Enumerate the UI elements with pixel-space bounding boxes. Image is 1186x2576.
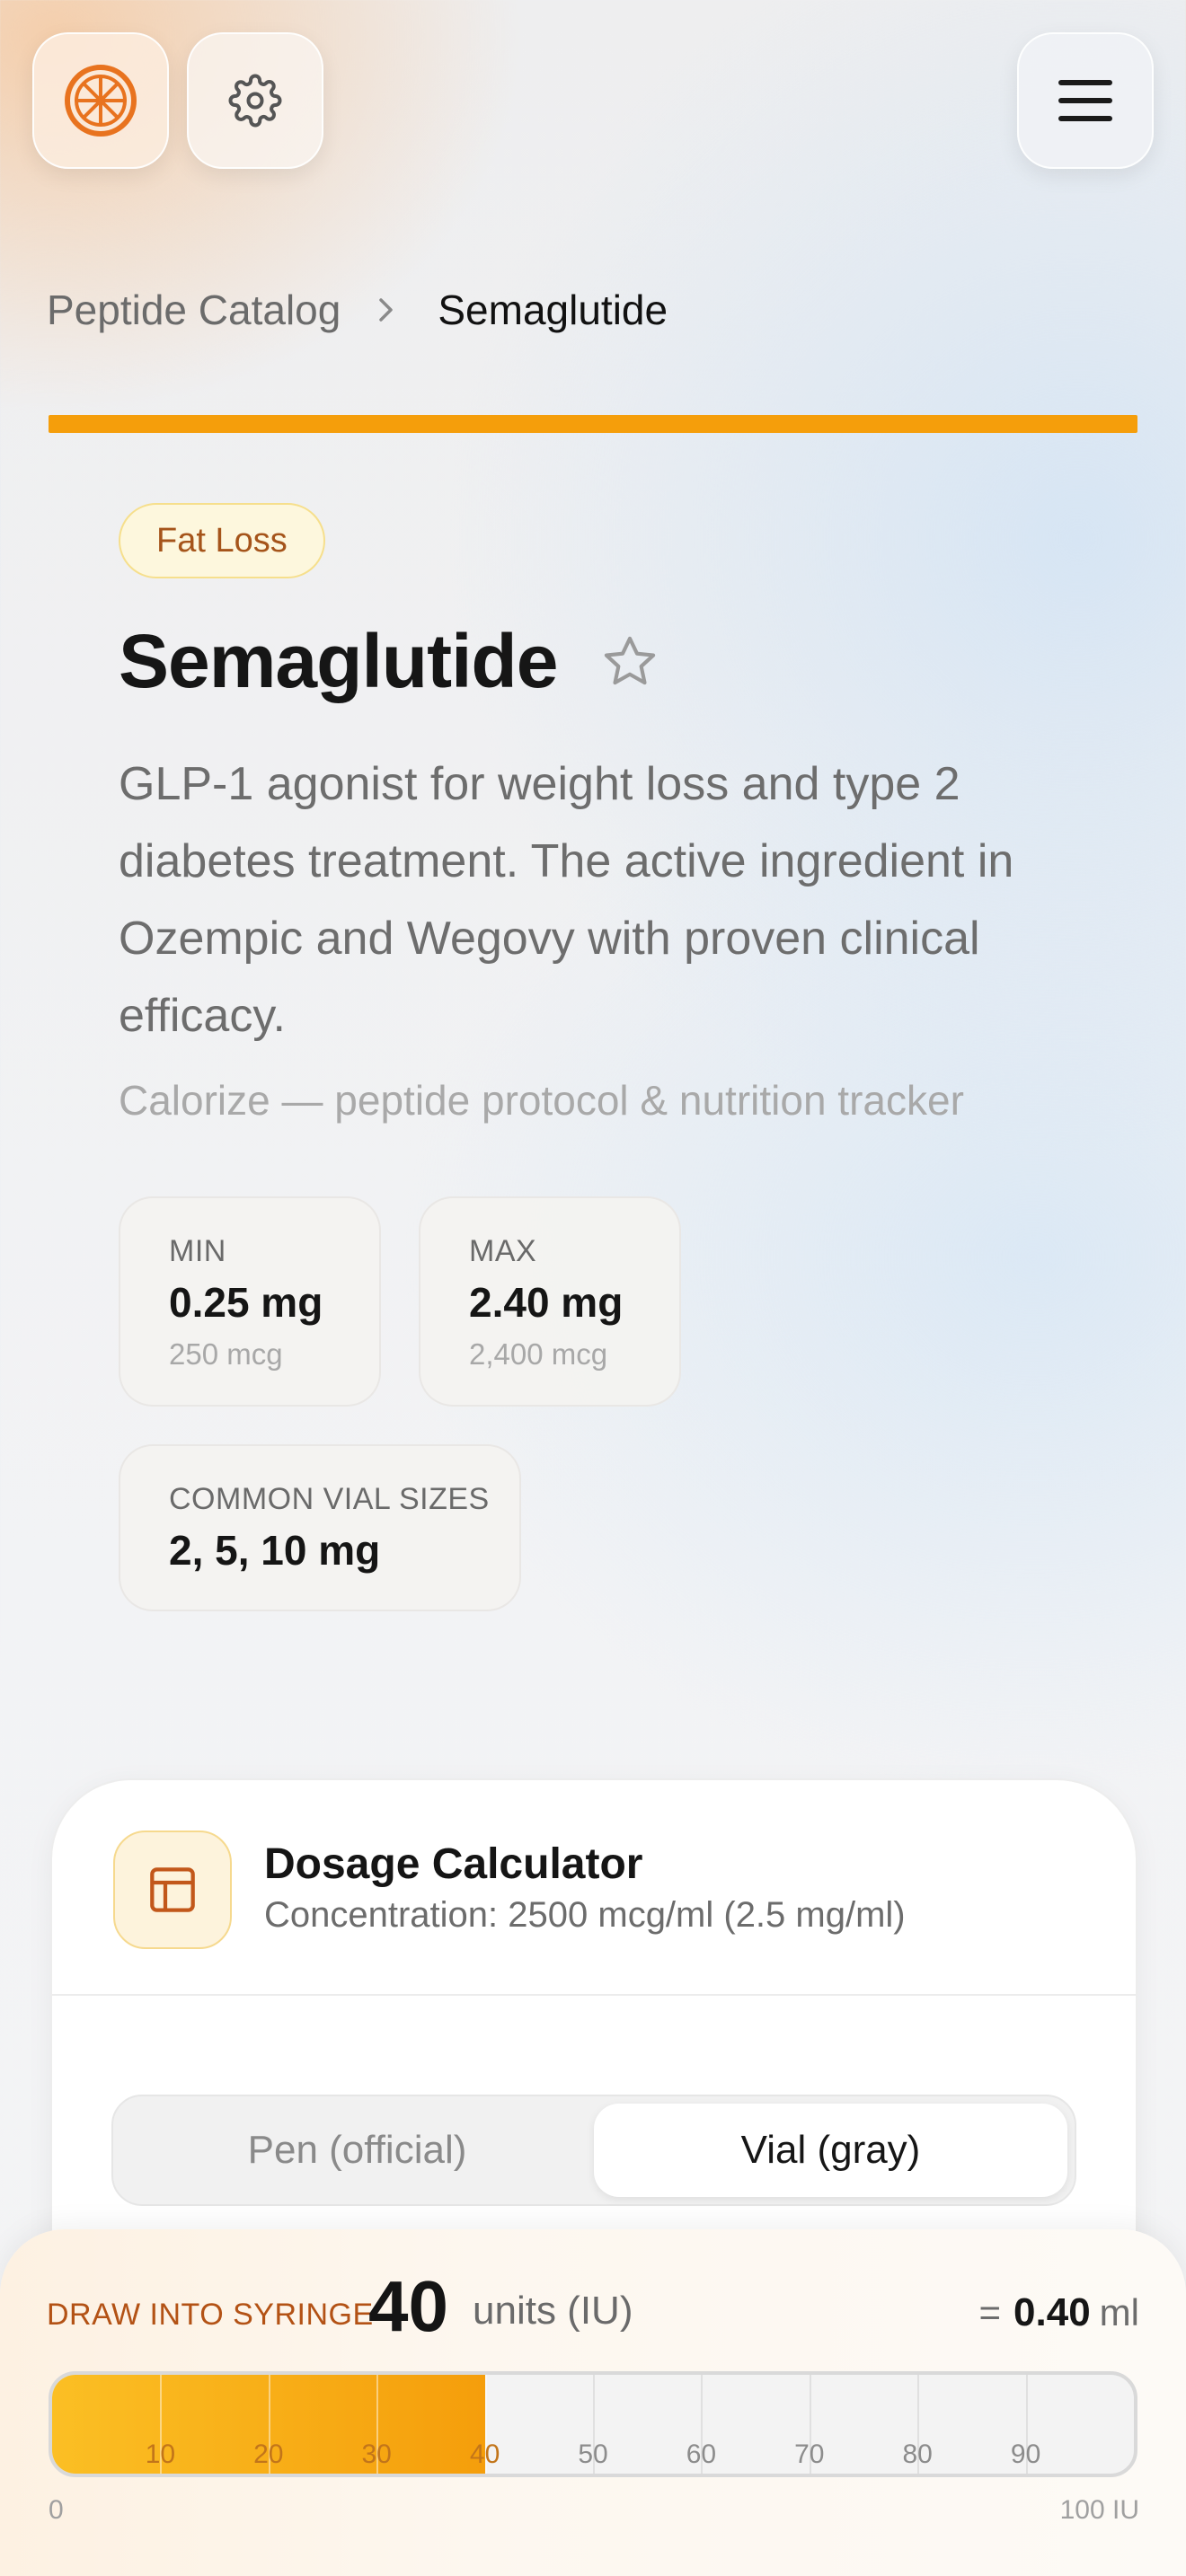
ml-value: 0.40 [1013,2290,1091,2334]
draw-units-label: units (IU) [473,2289,633,2333]
scale-max-label: 100 IU [1059,2495,1139,2525]
syringe-tick-label: 70 [794,2439,825,2469]
syringe-tick-label: 80 [902,2439,933,2469]
stat-value: 0.25 mg [169,1279,323,1326]
syringe-tick-label: 30 [361,2439,392,2469]
syringe-bottom-sheet: DRAW INTO SYRINGE 40 units (IU) = 0.40 m… [0,2229,1186,2576]
draw-units-value: 40 [368,2266,448,2346]
syringe-tick-label: 20 [253,2439,284,2469]
mode-option-vial[interactable]: Vial (gray) [594,2104,1067,2197]
stat-value: 2.40 mg [469,1279,624,1326]
chevron-right-icon [376,296,396,323]
peptide-description: GLP-1 agonist for weight loss and type 2… [119,758,1014,1042]
calculator-concentration: Concentration: 2500 mcg/ml (2.5 mg/ml) [264,1895,906,1935]
breadcrumb-link-catalog[interactable]: Peptide Catalog [47,286,341,334]
stat-card-min: MIN 0.25 mg 250 mcg [119,1196,381,1407]
syringe-tick-label: 40 [469,2439,500,2469]
stat-label: COMMON VIAL SIZES [169,1482,490,1516]
ml-unit: ml [1099,2291,1139,2333]
stat-sub: 2,400 mcg [469,1337,608,1371]
ml-readout: = 0.40 ml [979,2290,1140,2335]
calculator-icon [113,1831,232,1949]
menu-button[interactable] [1017,32,1154,169]
syringe-tick-label: 50 [578,2439,608,2469]
stat-card-max: MAX 2.40 mg 2,400 mcg [419,1196,681,1407]
app-tagline: Calorize — peptide protocol & nutrition … [119,1077,964,1124]
divider [52,1994,1136,1996]
stat-label: MAX [469,1234,537,1268]
mode-option-pen[interactable]: Pen (official) [120,2104,594,2197]
syringe-gauge: 10 20 30 40 50 60 70 80 90 [49,2371,1137,2477]
breadcrumb-current: Semaglutide [438,287,668,333]
star-icon [604,636,656,685]
stat-sub: 250 mcg [169,1337,283,1371]
hamburger-menu-icon [1058,80,1112,121]
logo-button[interactable] [32,32,169,169]
gear-icon [228,74,282,128]
draw-label: DRAW INTO SYRINGE [47,2298,374,2332]
ml-equals: = [978,2291,1002,2333]
orange-slice-icon [65,65,137,137]
mode-segmented-control: Pen (official) Vial (gray) [111,2095,1076,2206]
breadcrumb: Peptide Catalog Semaglutide [47,286,668,334]
calculator-title: Dosage Calculator [264,1840,643,1888]
syringe-tick-label: 10 [145,2439,176,2469]
syringe-tick-label: 90 [1010,2439,1041,2469]
page-title: Semaglutide [119,619,558,703]
scale-min-label: 0 [49,2495,64,2525]
accent-divider [49,415,1137,433]
category-badge: Fat Loss [119,503,325,578]
favorite-button[interactable] [600,632,659,696]
settings-button[interactable] [187,32,323,169]
stat-label: MIN [169,1234,226,1268]
stat-value: 2, 5, 10 mg [169,1527,381,1574]
syringe-tick-label: 60 [686,2439,717,2469]
stat-card-vial-sizes: COMMON VIAL SIZES 2, 5, 10 mg [119,1444,521,1611]
